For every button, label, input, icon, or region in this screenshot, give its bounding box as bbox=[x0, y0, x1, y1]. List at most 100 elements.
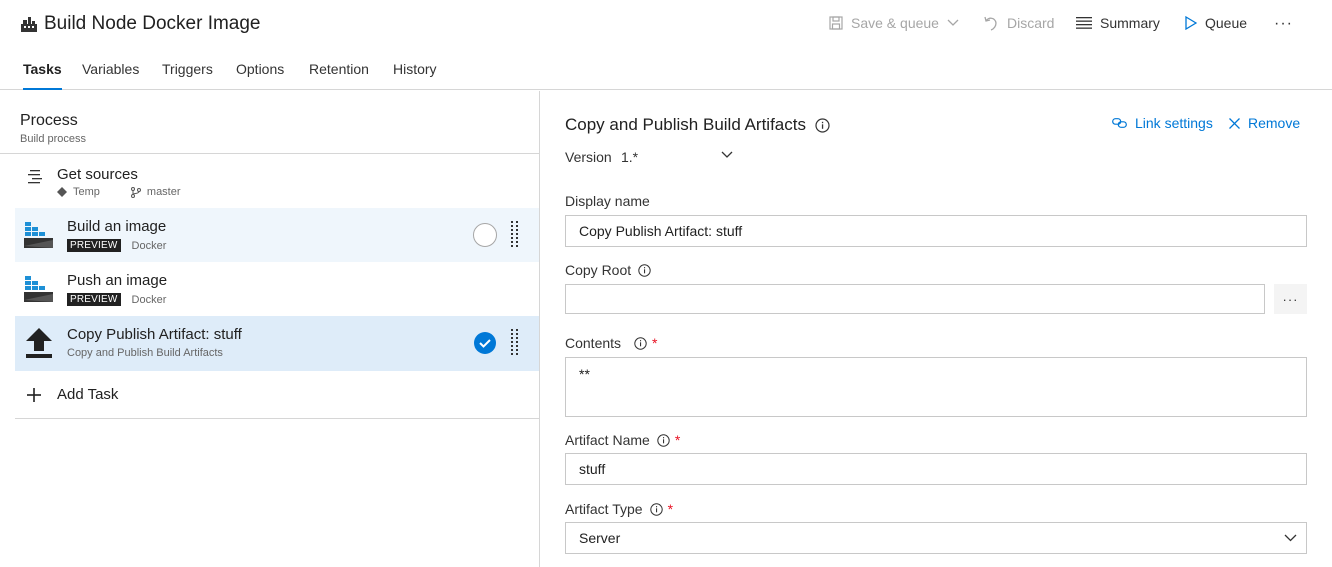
get-sources-icon bbox=[28, 170, 42, 184]
artifact-type-label: Artifact Type * bbox=[565, 501, 673, 517]
drag-handle-icon[interactable] bbox=[511, 221, 521, 249]
task-subtitle: Copy and Publish Build Artifacts bbox=[67, 347, 223, 359]
copy-root-field[interactable] bbox=[565, 284, 1265, 314]
docker-icon bbox=[24, 222, 53, 248]
discard-button[interactable]: Discard bbox=[983, 15, 1054, 31]
drag-handle-icon[interactable] bbox=[511, 329, 521, 357]
repo-icon bbox=[57, 187, 67, 197]
required-mark: * bbox=[652, 335, 658, 351]
plus-icon bbox=[27, 388, 41, 402]
process-subtitle: Build process bbox=[20, 133, 87, 145]
link-settings-label: Link settings bbox=[1135, 115, 1213, 131]
copy-root-label-text: Copy Root bbox=[565, 262, 632, 278]
tab-triggers[interactable]: Triggers bbox=[162, 61, 213, 77]
page-title: Build Node Docker Image bbox=[44, 13, 261, 34]
save-queue-button[interactable]: Save & queue bbox=[829, 15, 959, 31]
task-name: Build an image bbox=[67, 218, 167, 235]
contents-label-text: Contents bbox=[565, 335, 622, 351]
task-copy-publish-artifact[interactable]: Copy Publish Artifact: stuff Copy and Pu… bbox=[15, 316, 539, 371]
preview-badge: PREVIEW bbox=[67, 293, 121, 306]
artifact-name-label: Artifact Name * bbox=[565, 432, 680, 448]
build-definition-icon bbox=[21, 17, 37, 32]
process-title: Process bbox=[20, 112, 78, 129]
summary-label: Summary bbox=[1100, 15, 1160, 31]
tab-tasks[interactable]: Tasks bbox=[23, 61, 62, 90]
chevron-down-icon bbox=[947, 19, 959, 26]
display-name-label: Display name bbox=[565, 193, 650, 209]
task-enabled-check[interactable] bbox=[474, 332, 496, 354]
artifact-name-field[interactable]: stuff bbox=[565, 453, 1307, 485]
play-icon bbox=[1185, 16, 1197, 30]
artifact-type-label-text: Artifact Type bbox=[565, 501, 643, 517]
display-name-label-text: Display name bbox=[565, 193, 650, 209]
info-icon[interactable] bbox=[634, 336, 647, 350]
queue-label: Queue bbox=[1205, 15, 1248, 31]
more-actions-button[interactable]: ··· bbox=[1274, 15, 1293, 33]
info-icon[interactable] bbox=[638, 263, 651, 277]
more-icon: ··· bbox=[1274, 15, 1293, 32]
display-name-field[interactable]: Copy Publish Artifact: stuff bbox=[565, 215, 1307, 247]
repo-name: Temp bbox=[73, 186, 100, 198]
save-queue-label: Save & queue bbox=[851, 15, 939, 31]
checkmark-icon bbox=[479, 339, 491, 348]
header: Build Node Docker Image Save & queue Dis… bbox=[0, 0, 1332, 52]
browse-button[interactable]: ··· bbox=[1274, 284, 1307, 314]
tab-history[interactable]: History bbox=[393, 61, 437, 77]
docker-icon bbox=[24, 276, 53, 302]
artifact-name-label-text: Artifact Name bbox=[565, 432, 650, 448]
upload-icon bbox=[26, 328, 52, 358]
task-category: Docker bbox=[131, 239, 167, 252]
task-list-pane: Process Build process Get sources Temp m… bbox=[0, 91, 539, 567]
task-push-image[interactable]: Push an image PREVIEW Docker bbox=[15, 262, 539, 316]
chevron-down-icon bbox=[1284, 534, 1297, 542]
info-icon[interactable] bbox=[815, 117, 830, 133]
task-detail-title-text: Copy and Publish Build Artifacts bbox=[565, 115, 806, 134]
required-mark: * bbox=[667, 501, 674, 517]
info-icon[interactable] bbox=[649, 502, 663, 516]
remove-label: Remove bbox=[1248, 115, 1301, 131]
required-mark: * bbox=[674, 432, 681, 448]
copy-root-label: Copy Root bbox=[565, 262, 651, 278]
summary-button[interactable]: Summary bbox=[1076, 15, 1160, 31]
process-header[interactable]: Process Build process bbox=[0, 91, 539, 154]
branch-icon bbox=[130, 186, 141, 198]
info-icon[interactable] bbox=[657, 433, 670, 447]
undo-icon bbox=[984, 16, 997, 31]
remove-button[interactable]: Remove bbox=[1229, 115, 1300, 131]
contents-textarea[interactable]: ** bbox=[565, 357, 1307, 417]
close-icon bbox=[1229, 117, 1240, 129]
task-subtitle: PREVIEW Docker bbox=[67, 293, 166, 306]
list-icon bbox=[1076, 17, 1092, 29]
version-select[interactable]: 1.* bbox=[621, 149, 638, 165]
contents-label: Contents * bbox=[565, 335, 658, 351]
task-enable-toggle[interactable] bbox=[473, 223, 497, 247]
more-icon: ··· bbox=[1282, 291, 1299, 307]
task-name: Get sources bbox=[57, 166, 138, 183]
chevron-down-icon[interactable] bbox=[721, 151, 733, 159]
artifact-type-value: Server bbox=[579, 530, 621, 546]
task-subtitle: PREVIEW Docker bbox=[67, 239, 166, 252]
task-get-sources[interactable]: Get sources Temp master bbox=[15, 155, 539, 209]
tab-bar: Tasks Variables Triggers Options Retenti… bbox=[0, 52, 1332, 90]
task-category: Docker bbox=[131, 293, 167, 306]
save-icon bbox=[829, 16, 843, 30]
link-settings-button[interactable]: Link settings bbox=[1112, 115, 1213, 131]
tab-options[interactable]: Options bbox=[236, 61, 284, 77]
preview-badge: PREVIEW bbox=[67, 239, 121, 252]
add-task-label: Add Task bbox=[57, 386, 119, 403]
task-name: Copy Publish Artifact: stuff bbox=[67, 326, 242, 343]
queue-button[interactable]: Queue bbox=[1185, 15, 1247, 31]
add-task-button[interactable]: Add Task bbox=[15, 371, 539, 419]
task-detail-pane: Copy and Publish Build Artifacts Link se… bbox=[540, 91, 1332, 567]
discard-label: Discard bbox=[1007, 15, 1055, 31]
definition-title: Build Node Docker Image bbox=[20, 13, 261, 35]
task-build-image[interactable]: Build an image PREVIEW Docker bbox=[15, 208, 539, 262]
tab-retention[interactable]: Retention bbox=[309, 61, 369, 77]
tab-variables[interactable]: Variables bbox=[82, 61, 139, 77]
task-detail-title: Copy and Publish Build Artifacts bbox=[565, 115, 830, 135]
branch-name: master bbox=[146, 186, 181, 198]
link-icon bbox=[1112, 118, 1127, 128]
version-label: Version bbox=[565, 149, 612, 165]
artifact-type-select[interactable]: Server bbox=[565, 522, 1307, 554]
task-subtitle: Temp master bbox=[57, 186, 181, 198]
